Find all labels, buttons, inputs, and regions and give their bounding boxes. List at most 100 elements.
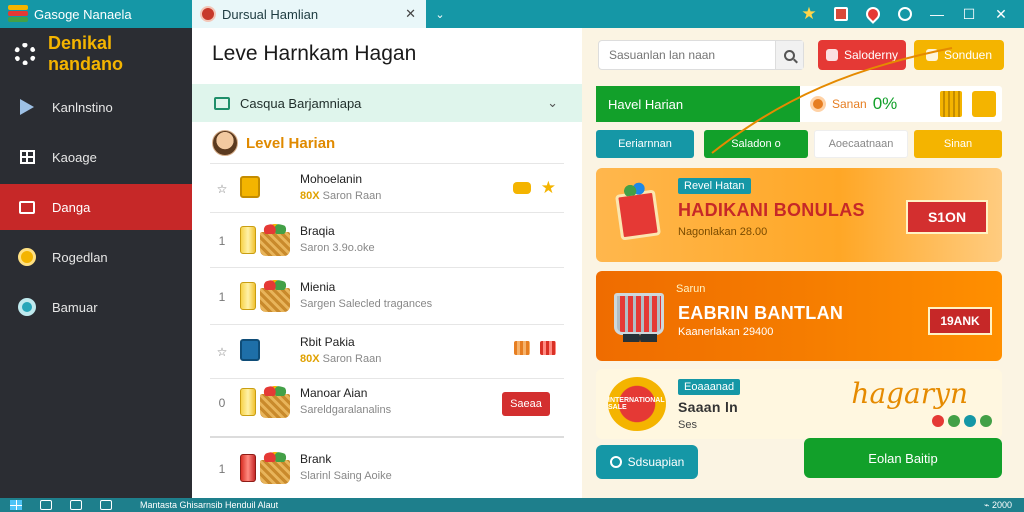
system-tray: ⌁ 2000 xyxy=(984,499,1012,510)
can-icon xyxy=(240,388,256,416)
taskbar-text: Mantasta Ghisarnsib Henduil Alaut xyxy=(140,500,279,510)
item-rank: 1 xyxy=(218,462,226,476)
location-pin-icon xyxy=(863,4,883,24)
crate-icon[interactable] xyxy=(514,341,530,355)
divider xyxy=(210,436,564,438)
card-action-button[interactable]: S1ON xyxy=(906,200,988,234)
tab-dropdown-icon[interactable]: ⌄ xyxy=(426,8,454,21)
promo-card[interactable]: Revel Hatan HADIKANI BONULAS Nagonlakan … xyxy=(596,168,1002,262)
item-subtitle-text: Saron Raan xyxy=(322,190,382,202)
card-chip: Revel Hatan xyxy=(678,178,751,194)
filter-pill[interactable]: Eeriarnnan xyxy=(596,130,694,158)
fruit-basket-icon xyxy=(260,280,290,312)
category-label: Casqua Barjamniapa xyxy=(240,95,362,111)
sidebar-item-label: Danga xyxy=(52,199,91,215)
item-name: Mohoelanin xyxy=(300,172,363,186)
can-icon xyxy=(240,454,256,482)
decorative-swoosh xyxy=(711,47,953,154)
shopping-cart-icon xyxy=(608,281,668,345)
gold-tile-icon xyxy=(240,176,260,198)
item-subtitle: Sareldgaralanalins xyxy=(300,404,392,416)
sdsuapian-button[interactable]: Sdsuapian xyxy=(596,445,698,479)
maximize-button[interactable]: ☐ xyxy=(960,5,978,23)
level-label: Level Harian xyxy=(246,134,336,152)
card-icon xyxy=(18,198,36,216)
card-chip: Eoaaanad xyxy=(678,379,741,395)
gear-icon[interactable] xyxy=(14,43,36,65)
eolan-baitip-button[interactable]: Eolan Baitip xyxy=(804,438,1002,478)
item-thumbnail xyxy=(240,335,294,371)
sidebar-item-danga[interactable]: Danga xyxy=(0,184,192,230)
category-bar[interactable]: Casqua Barjamniapa ⌄ xyxy=(192,84,582,122)
blue-tile-icon xyxy=(240,339,260,361)
card-title: HADIKANI BONULAS xyxy=(678,200,865,220)
globe-icon-button[interactable] xyxy=(896,5,914,23)
gift-icon[interactable] xyxy=(540,341,556,355)
item-name: Rbit Pakia xyxy=(300,335,355,349)
list-item[interactable]: ☆ Mohoelanin 80X Saron Raan ★ xyxy=(210,166,564,216)
rank-star-icon: ☆ xyxy=(216,182,228,196)
sidebar-item-kaoage[interactable]: Kaoage xyxy=(0,134,192,180)
sale-badge-icon: INTERNATIONAL SALE xyxy=(608,377,666,431)
star-icon[interactable]: ★ xyxy=(800,4,818,23)
sidebar-item-rogedlan[interactable]: Rogedlan xyxy=(0,234,192,280)
fruit-basket-icon xyxy=(260,452,290,484)
coin-icon xyxy=(18,248,36,266)
signature: hagaryn xyxy=(851,377,968,410)
item-multiplier: 80X xyxy=(300,190,320,202)
sidebar-title: Denikal nandano xyxy=(48,33,123,74)
favorite-star-icon[interactable]: ★ xyxy=(541,178,556,198)
sidebar-item-label: Rogedlan xyxy=(52,249,108,265)
item-rank: 0 xyxy=(218,396,226,410)
list-item[interactable]: 0 Manoar Aian Sareldgaralanalins Saeaa xyxy=(210,380,564,430)
promo-card[interactable]: INTERNATIONAL SALE Eoaaanad Saaan ln Ses… xyxy=(596,369,1002,439)
app-title: Gasoge Nanaela xyxy=(0,0,192,28)
reward-icon[interactable] xyxy=(972,91,996,117)
list-item[interactable]: ☆ Rbit Pakia 80X Saron Raan xyxy=(210,329,564,379)
chevron-down-icon[interactable]: ⌄ xyxy=(547,95,558,111)
title-bar: Gasoge Nanaela Dursual Hamlian ✕ ⌄ ★ — ☐… xyxy=(0,0,1024,28)
taskbar-app-icon[interactable] xyxy=(40,500,52,510)
tab-close-icon[interactable]: ✕ xyxy=(405,6,416,22)
list-item[interactable]: 1 Braqia Saron 3.9o.oke xyxy=(210,218,564,268)
promo-panel: Saloderny Sonduen Havel Harian Sanan 0% … xyxy=(582,28,1024,498)
app-logo-icon xyxy=(8,5,28,23)
toggle-icon[interactable] xyxy=(512,182,531,194)
taskbar-app-icon[interactable] xyxy=(70,500,82,510)
item-action-button[interactable]: Saeaa xyxy=(502,392,550,416)
avatar[interactable] xyxy=(212,130,238,156)
promo-card[interactable]: Sarun EABRIN BANTLAN Kaanerlakan 29400 1… xyxy=(596,271,1002,361)
card-title: Saaan ln xyxy=(678,399,738,415)
list-item[interactable]: 1 Brank Slarinl Saing Aoike xyxy=(210,446,564,496)
sidebar-item-bamuar[interactable]: Bamuar xyxy=(0,284,192,330)
list-item[interactable]: 1 Mienia Sargen Salecled tragances xyxy=(210,274,564,324)
globe-icon xyxy=(898,7,912,21)
item-thumbnail xyxy=(240,452,294,488)
item-actions xyxy=(514,341,556,355)
taskbar-app-icon[interactable] xyxy=(100,500,112,510)
close-button[interactable]: ✕ xyxy=(992,5,1010,23)
card-action-button[interactable]: 19ANK xyxy=(928,307,992,335)
can-icon xyxy=(240,282,256,310)
start-icon[interactable] xyxy=(10,500,22,510)
divider xyxy=(210,267,564,268)
taskbar: Mantasta Ghisarnsib Henduil Alaut ⌁ 2000 xyxy=(0,498,1024,512)
browser-tab[interactable]: Dursual Hamlian ✕ xyxy=(192,0,426,28)
sidebar-item-label: Kaoage xyxy=(52,149,97,165)
item-rank: 1 xyxy=(218,234,226,248)
divider xyxy=(210,212,564,213)
gift-icon-button[interactable] xyxy=(832,5,850,23)
location-icon-button[interactable] xyxy=(863,4,883,24)
minimize-button[interactable]: — xyxy=(928,5,946,23)
sidebar-item-label: Bamuar xyxy=(52,299,98,315)
card-chip: Sarun xyxy=(676,283,706,295)
card-subtitle: Kaanerlakan 29400 xyxy=(678,326,774,338)
gift-icon xyxy=(834,7,848,21)
item-name: Mienia xyxy=(300,280,336,294)
tab-favicon-icon xyxy=(200,6,216,22)
grid-icon xyxy=(18,148,36,166)
leaderboard-panel: Leve Harnkam Hagan Casqua Barjamniapa ⌄ … xyxy=(192,28,582,498)
item-thumbnail xyxy=(240,172,294,208)
box-icon xyxy=(214,96,230,110)
sidebar-item-kanlnstino[interactable]: Kanlnstino xyxy=(0,84,192,130)
